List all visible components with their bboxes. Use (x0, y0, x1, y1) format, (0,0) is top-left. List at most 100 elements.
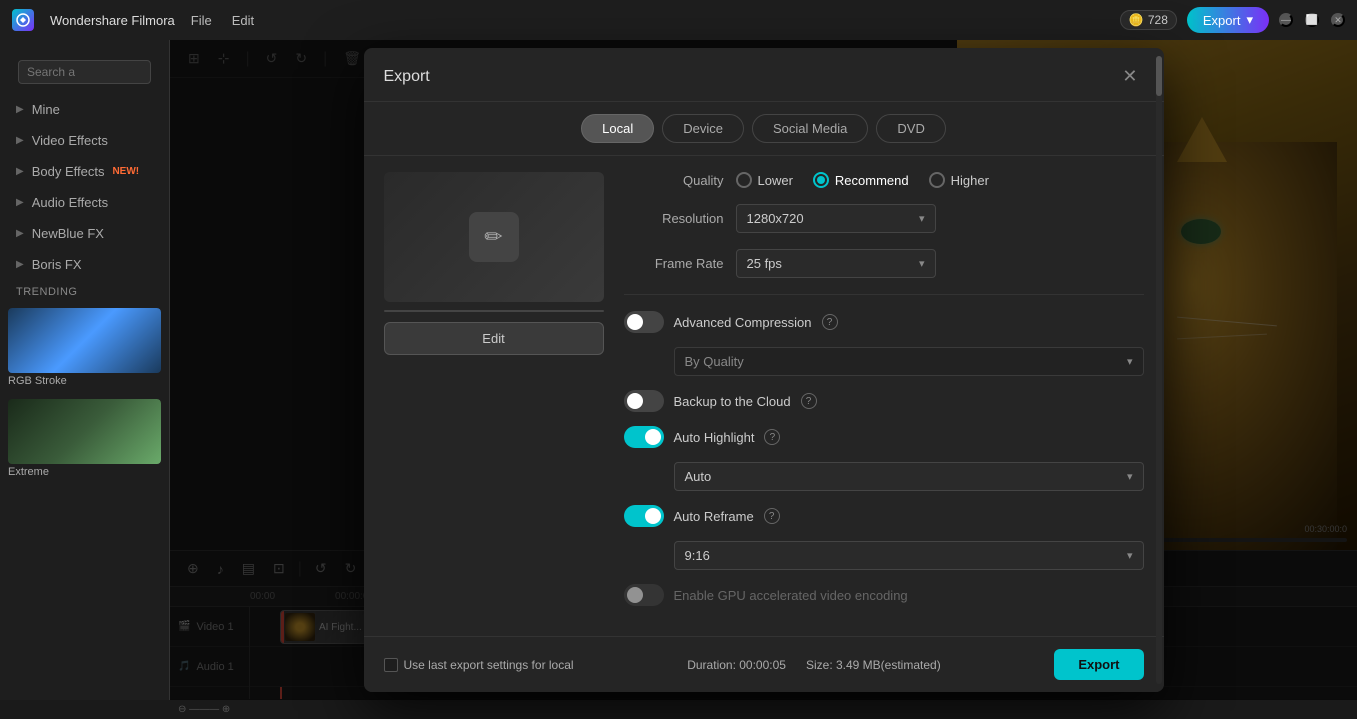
frame-rate-select[interactable]: 25 fps ▾ (736, 249, 936, 278)
settings-scrollbar-thumb[interactable] (1156, 56, 1162, 96)
sidebar-search-container (8, 54, 161, 90)
sidebar-trending-label: TRENDING (0, 280, 169, 304)
size-label: Size: 3.49 MB(estimated) (806, 658, 941, 672)
auto-reframe-value: 9:16 (685, 548, 710, 563)
advanced-compression-row: Advanced Compression ? (624, 311, 1144, 333)
sidebar-item-video-effects[interactable]: ▶ Video Effects (0, 125, 169, 156)
minimize-button[interactable]: — (1279, 13, 1293, 27)
menu-edit[interactable]: Edit (232, 13, 254, 28)
close-button[interactable]: ✕ (1331, 13, 1345, 27)
backup-cloud-toggle[interactable] (624, 390, 664, 412)
maximize-button[interactable]: ⬜ (1305, 13, 1319, 27)
audio-effects-arrow-icon: ▶ (16, 197, 24, 208)
advanced-compression-toggle[interactable] (624, 311, 664, 333)
export-button[interactable]: Export (1054, 649, 1143, 680)
advanced-compression-knob (627, 314, 643, 330)
last-settings-checkbox[interactable]: Use last export settings for local (384, 658, 574, 672)
sidebar-item-body-effects[interactable]: ▶ Body Effects NEW! (0, 156, 169, 187)
quality-higher-radio[interactable] (929, 172, 945, 188)
sidebar-item-audio-effects[interactable]: ▶ Audio Effects (0, 187, 169, 218)
tab-local[interactable]: Local (581, 114, 654, 143)
backup-cloud-label: Backup to the Cloud (674, 394, 791, 409)
auto-highlight-toggle[interactable] (624, 426, 664, 448)
dialog-close-button[interactable]: ✕ (1116, 64, 1143, 89)
by-quality-select[interactable]: By Quality ▾ (674, 347, 1144, 376)
auto-highlight-label: Auto Highlight (674, 430, 755, 445)
quality-lower-option[interactable]: Lower (736, 172, 793, 188)
sidebar-thumb-extreme[interactable]: Extreme (8, 399, 161, 482)
pencil-icon: ✏ (484, 224, 502, 250)
sidebar-item-boris[interactable]: ▶ Boris FX (0, 249, 169, 280)
footer-center: Duration: 00:00:05 Size: 3.49 MB(estimat… (687, 658, 940, 672)
resolution-select[interactable]: 1280x720 ▾ (736, 204, 936, 233)
sidebar-item-audio-effects-label: Audio Effects (32, 195, 108, 210)
auto-reframe-toggle[interactable] (624, 505, 664, 527)
dialog-tabs: Local Device Social Media DVD (364, 102, 1164, 156)
advanced-compression-label: Advanced Compression (674, 315, 812, 330)
title-bar-right: 🪙 728 Export ▾ — ⬜ ✕ (1120, 7, 1345, 33)
backup-cloud-row: Backup to the Cloud ? (624, 390, 1144, 412)
quality-label: Quality (624, 173, 724, 188)
sidebar-item-newblue[interactable]: ▶ NewBlue FX (0, 218, 169, 249)
quality-lower-radio[interactable] (736, 172, 752, 188)
reframe-help-question-mark: ? (769, 511, 775, 522)
advanced-compression-help-icon[interactable]: ? (822, 314, 838, 330)
auto-highlight-knob (645, 429, 661, 445)
credits-badge: 🪙 728 (1120, 10, 1177, 30)
auto-reframe-label: Auto Reframe (674, 509, 754, 524)
auto-reframe-help-icon[interactable]: ? (764, 508, 780, 524)
quality-row: Quality Lower Recommend (624, 172, 1144, 188)
sidebar-item-boris-label: Boris FX (32, 257, 82, 272)
rgb-stroke-label: RGB Stroke (8, 373, 161, 391)
export-dialog: Export ✕ Local Device Social Media DVD (364, 48, 1164, 692)
frame-rate-label: Frame Rate (624, 256, 724, 271)
settings-scrollbar-track (1156, 56, 1162, 684)
auto-reframe-select[interactable]: 9:16 ▾ (674, 541, 1144, 570)
highlight-help-question-mark: ? (770, 432, 776, 443)
sidebar-item-mine-label: Mine (32, 102, 60, 117)
preview-edit-icon: ✏ (469, 212, 519, 262)
modal-overlay: Export ✕ Local Device Social Media DVD (170, 40, 1357, 700)
export-header-button[interactable]: Export ▾ (1187, 7, 1269, 33)
quality-recommend-option[interactable]: Recommend (813, 172, 909, 188)
dialog-header: Export ✕ (364, 48, 1164, 102)
gpu-row: Enable GPU accelerated video encoding (624, 584, 1144, 606)
tab-device[interactable]: Device (662, 114, 744, 143)
backup-help-question-mark: ? (806, 396, 812, 407)
auto-highlight-arrow-icon: ▾ (1127, 470, 1133, 483)
window-controls: — ⬜ ✕ (1279, 13, 1345, 27)
auto-reframe-row: Auto Reframe ? (624, 505, 1144, 527)
sidebar-item-mine[interactable]: ▶ Mine (0, 94, 169, 125)
new-badge: NEW! (112, 166, 139, 177)
by-quality-row: By Quality ▾ (674, 347, 1144, 376)
extreme-thumbnail (8, 399, 161, 464)
resolution-value: 1280x720 (747, 211, 804, 226)
quality-higher-option[interactable]: Higher (929, 172, 989, 188)
search-input[interactable] (18, 60, 151, 84)
timeline-bottom-bar: ⊖ ——— ⊕ (170, 699, 1357, 719)
auto-highlight-help-icon[interactable]: ? (764, 429, 780, 445)
newblue-arrow-icon: ▶ (16, 228, 24, 239)
tab-dvd[interactable]: DVD (876, 114, 945, 143)
export-chevron-icon: ▾ (1246, 12, 1253, 28)
extreme-label: Extreme (8, 464, 161, 482)
credits-icon: 🪙 (1129, 13, 1144, 27)
dialog-body: ✏ Edit Quality (364, 156, 1164, 636)
auto-highlight-select[interactable]: Auto ▾ (674, 462, 1144, 491)
sidebar-thumb-rgb[interactable]: RGB Stroke (8, 308, 161, 391)
tab-social-media[interactable]: Social Media (752, 114, 868, 143)
video-effects-arrow-icon: ▶ (16, 135, 24, 146)
backup-cloud-help-icon[interactable]: ? (801, 393, 817, 409)
gpu-toggle[interactable] (624, 584, 664, 606)
frame-rate-value: 25 fps (747, 256, 782, 271)
help-question-mark: ? (827, 317, 833, 328)
quality-recommend-radio[interactable] (813, 172, 829, 188)
menu-bar: File Edit (191, 13, 254, 28)
dialog-settings: Quality Lower Recommend (624, 172, 1144, 620)
title-bar: Wondershare Filmora File Edit 🪙 728 Expo… (0, 0, 1357, 40)
mine-arrow-icon: ▶ (16, 104, 24, 115)
app-name: Wondershare Filmora (50, 13, 175, 28)
edit-button[interactable]: Edit (384, 322, 604, 355)
menu-file[interactable]: File (191, 13, 212, 28)
app-logo (12, 9, 34, 31)
